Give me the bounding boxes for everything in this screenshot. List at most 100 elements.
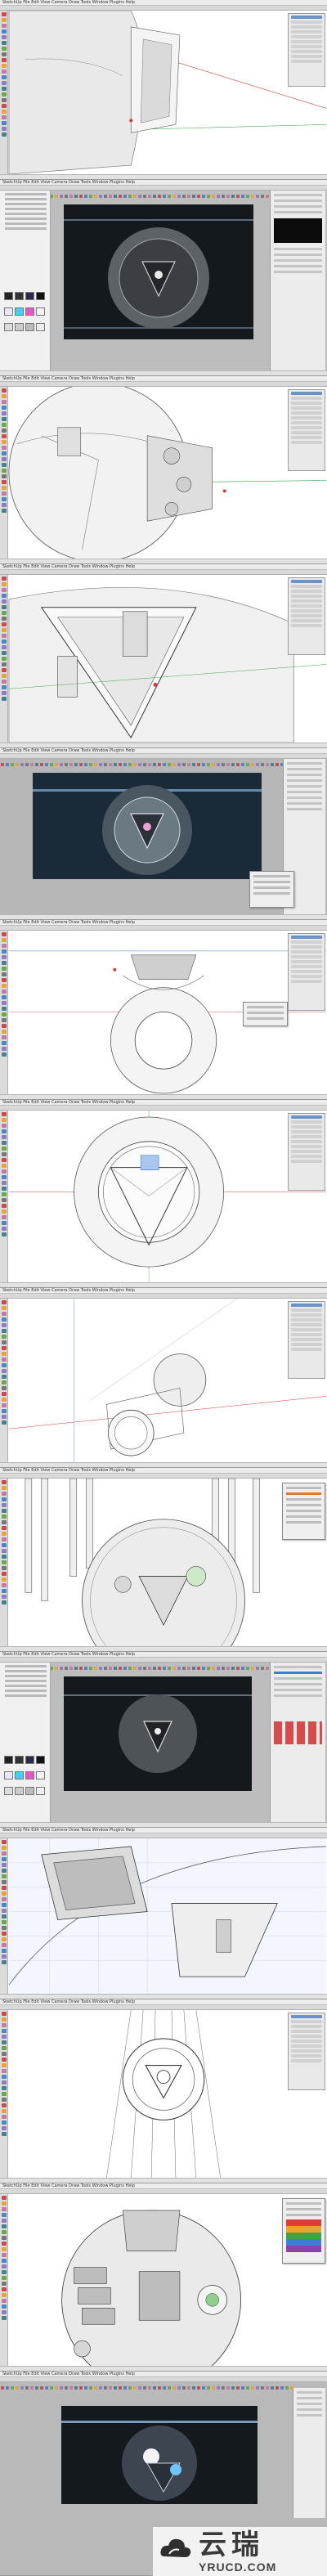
model-viewport[interactable] xyxy=(8,1111,327,1282)
palette-tool-icon[interactable] xyxy=(1,2086,7,2090)
toolbar-tool-icon[interactable] xyxy=(163,195,166,198)
palette-tool-icon[interactable] xyxy=(1,1537,7,1542)
toolbar-tool-icon[interactable] xyxy=(266,2386,269,2390)
palette-tool-icon[interactable] xyxy=(1,605,7,609)
toolbar-tool-icon[interactable] xyxy=(226,1667,230,1670)
palette-tool-icon[interactable] xyxy=(1,1515,7,1519)
toolbar-tool-icon[interactable] xyxy=(187,2386,190,2390)
toolbar-tool-icon[interactable] xyxy=(212,763,215,766)
material-outliner[interactable] xyxy=(0,1663,51,1822)
toolbar-tool-icon[interactable] xyxy=(148,195,151,198)
toolbar-tool-icon[interactable] xyxy=(271,2386,274,2390)
toolbar-tool-icon[interactable] xyxy=(55,1667,58,1670)
palette-tool-icon[interactable] xyxy=(1,1857,7,1861)
palette-tool-icon[interactable] xyxy=(1,1215,7,1219)
toolbar-tool-icon[interactable] xyxy=(177,1667,181,1670)
palette-tool-icon[interactable] xyxy=(1,491,7,496)
toolbar-tool-icon[interactable] xyxy=(128,2386,132,2390)
toolbar-tool-icon[interactable] xyxy=(192,1667,195,1670)
toolbar-tool-icon[interactable] xyxy=(202,1667,205,1670)
default-tray-panel[interactable] xyxy=(288,389,325,471)
palette-tool-icon[interactable] xyxy=(1,1035,7,1039)
toolbar-tool-icon[interactable] xyxy=(246,1667,249,1670)
toolbar-tool-icon[interactable] xyxy=(89,2386,92,2390)
palette-tool-icon[interactable] xyxy=(1,2075,7,2079)
palette-tool-icon[interactable] xyxy=(1,1932,7,1936)
palette-tool-icon[interactable] xyxy=(1,29,7,34)
toolbar-tool-icon[interactable] xyxy=(153,1667,156,1670)
toolbar-tool-icon[interactable] xyxy=(212,195,215,198)
palette-tool-icon[interactable] xyxy=(1,2115,7,2119)
palette-tool-icon[interactable] xyxy=(1,1041,7,1045)
palette-tool-icon[interactable] xyxy=(1,2259,7,2263)
palette-tool-icon[interactable] xyxy=(1,2282,7,2286)
palette-tool-icon[interactable] xyxy=(1,451,7,456)
toolbar-tool-icon[interactable] xyxy=(251,195,254,198)
toolbar-tool-icon[interactable] xyxy=(241,1667,244,1670)
palette-tool-icon[interactable] xyxy=(1,2230,7,2234)
toolbar-tool-icon[interactable] xyxy=(231,1667,235,1670)
palette-tool-icon[interactable] xyxy=(1,972,7,976)
toolbar-tool-icon[interactable] xyxy=(133,763,137,766)
toolbar-tool-icon[interactable] xyxy=(20,2386,24,2390)
palette-tool-icon[interactable] xyxy=(1,394,7,398)
toolbar-tool-icon[interactable] xyxy=(30,763,34,766)
options-dialog[interactable] xyxy=(249,871,294,908)
palette-tool-icon[interactable] xyxy=(1,2276,7,2280)
render-settings-panel[interactable] xyxy=(293,2388,325,2518)
palette-tool-icon[interactable] xyxy=(1,662,7,666)
palette-tool-icon[interactable] xyxy=(1,1572,7,1576)
palette-tool-icon[interactable] xyxy=(1,1012,7,1016)
palette-tool-icon[interactable] xyxy=(1,2316,7,2320)
toolbar-tool-icon[interactable] xyxy=(84,2386,87,2390)
palette-tool-icon[interactable] xyxy=(1,1369,7,1373)
toolbar-tool-icon[interactable] xyxy=(11,2386,14,2390)
render-settings-panel[interactable] xyxy=(270,1663,325,1822)
material-outliner[interactable] xyxy=(0,191,51,370)
toolbar-tool-icon[interactable] xyxy=(246,763,249,766)
toolbar-tool-icon[interactable] xyxy=(187,763,190,766)
toolbar-tool-icon[interactable] xyxy=(251,1667,254,1670)
palette-tool-icon[interactable] xyxy=(1,1886,7,1890)
toolbar-tool-icon[interactable] xyxy=(50,2386,53,2390)
toolbar-tool-icon[interactable] xyxy=(158,2386,161,2390)
toolbar-tool-icon[interactable] xyxy=(153,195,156,198)
palette-tool-icon[interactable] xyxy=(1,1549,7,1553)
toolbar-tool-icon[interactable] xyxy=(177,2386,181,2390)
toolbar-tool-icon[interactable] xyxy=(74,2386,78,2390)
palette-tool-icon[interactable] xyxy=(1,1943,7,1947)
palette-tool-icon[interactable] xyxy=(1,110,7,114)
toolbar-tool-icon[interactable] xyxy=(143,2386,146,2390)
palette-tool-icon[interactable] xyxy=(1,440,7,444)
entity-info-dialog[interactable] xyxy=(243,1002,288,1026)
toolbar-tool-icon[interactable] xyxy=(168,1667,171,1670)
palette-tool-icon[interactable] xyxy=(1,12,7,16)
palette-tool-icon[interactable] xyxy=(1,2012,7,2016)
palette-tool-icon[interactable] xyxy=(1,121,7,125)
palette-tool-icon[interactable] xyxy=(1,622,7,626)
palette-tool-icon[interactable] xyxy=(1,1335,7,1339)
palette-tool-icon[interactable] xyxy=(1,1577,7,1582)
toolbar-tool-icon[interactable] xyxy=(74,1667,78,1670)
toolbar-tool-icon[interactable] xyxy=(266,195,269,198)
palette-tool-icon[interactable] xyxy=(1,1486,7,1490)
palette-tool-icon[interactable] xyxy=(1,1392,7,1396)
model-viewport[interactable] xyxy=(8,1299,327,1462)
palette-tool-icon[interactable] xyxy=(1,1386,7,1390)
palette-tool-icon[interactable] xyxy=(1,446,7,450)
palette-tool-icon[interactable] xyxy=(1,47,7,51)
toolbar-tool-icon[interactable] xyxy=(60,2386,63,2390)
palette-tool-icon[interactable] xyxy=(1,2058,7,2062)
model-viewport[interactable] xyxy=(8,387,327,559)
toolbar-tool-icon[interactable] xyxy=(285,2386,289,2390)
palette-tool-icon[interactable] xyxy=(1,1409,7,1413)
palette-tool-icon[interactable] xyxy=(1,1589,7,1593)
toolbar-tool-icon[interactable] xyxy=(163,763,166,766)
toolbar-tool-icon[interactable] xyxy=(222,2386,225,2390)
toolbar-tool-icon[interactable] xyxy=(50,763,53,766)
palette-tool-icon[interactable] xyxy=(1,697,7,701)
palette-tool-icon[interactable] xyxy=(1,932,7,936)
toolbar-tool-icon[interactable] xyxy=(192,763,195,766)
toolbar-tool-icon[interactable] xyxy=(16,763,19,766)
toolbar-tool-icon[interactable] xyxy=(114,763,117,766)
